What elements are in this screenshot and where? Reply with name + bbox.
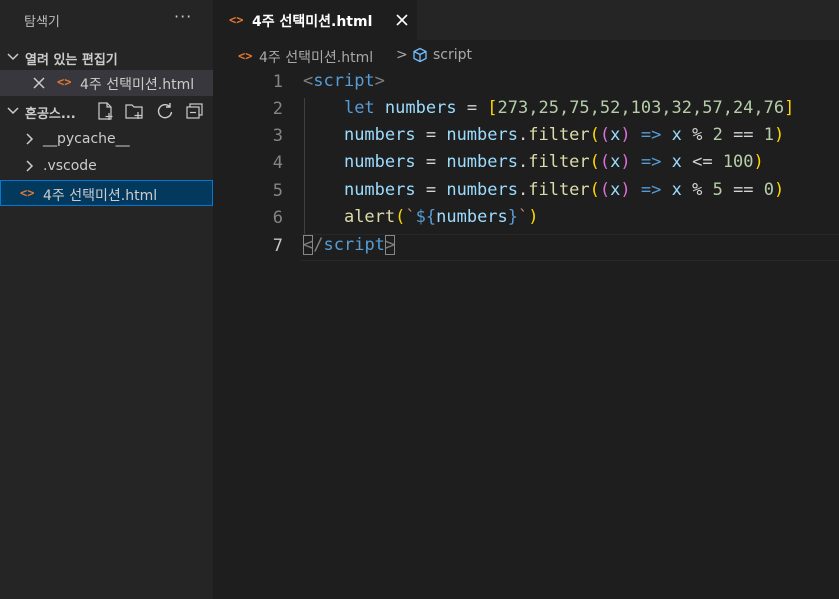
code-text: numbers = numbers.filter((x) => x % 5 ==…: [343, 180, 785, 200]
html-file-icon: <>: [229, 13, 244, 27]
code-text: alert(`${numbers}`): [343, 207, 539, 227]
line-number: 6: [272, 208, 283, 228]
line-number: 2: [272, 99, 283, 119]
chevron-right-icon: [26, 160, 34, 172]
breadcrumb-symbol[interactable]: script: [433, 47, 472, 63]
refresh-icon[interactable]: [155, 101, 175, 121]
code-text: let numbers = [273,25,75,52,103,32,57,24…: [343, 98, 795, 118]
breadcrumb: <> 4주 선택미션.html > script: [213, 40, 839, 70]
chevron-right-icon: [26, 133, 34, 145]
code-text: <script>: [303, 71, 385, 91]
line-number: 7: [272, 236, 283, 256]
breadcrumb-separator: >: [396, 47, 408, 63]
chevron-down-icon: [7, 107, 19, 115]
symbol-cube-icon: [413, 47, 427, 63]
more-actions-icon[interactable]: ···: [174, 7, 192, 26]
tree-item-label: __pycache__: [43, 131, 130, 147]
tree-folder-pycache[interactable]: __pycache__: [0, 126, 213, 152]
code-line-2[interactable]: 2 let numbers = [273,25,75,52,103,32,57,…: [213, 97, 839, 124]
tab-bar: <> 4주 선택미션.html: [213, 0, 839, 40]
line-number: 3: [272, 126, 283, 146]
new-folder-icon[interactable]: [124, 101, 144, 121]
line-number: 1: [272, 72, 283, 92]
explorer-sidebar: 탐색기 ··· 열려 있는 편집기 <> 4주 선택미션.html 혼공스...: [0, 0, 213, 599]
collapse-all-icon[interactable]: [185, 101, 205, 121]
tab-html-file[interactable]: <> 4주 선택미션.html: [213, 0, 417, 40]
open-editors-label: 열려 있는 편집기: [25, 53, 118, 68]
open-editor-item[interactable]: <> 4주 선택미션.html: [0, 70, 213, 96]
close-icon[interactable]: [395, 13, 409, 27]
new-file-icon[interactable]: [95, 101, 115, 121]
code-line-5[interactable]: 5 numbers = numbers.filter((x) => x % 5 …: [213, 179, 839, 206]
tree-folder-vscode[interactable]: .vscode: [0, 153, 213, 179]
code-text: </script>: [303, 235, 396, 255]
explorer-header: 탐색기 ···: [0, 0, 213, 40]
breadcrumb-file[interactable]: 4주 선택미션.html: [259, 47, 373, 67]
code-line-4[interactable]: 4 numbers = numbers.filter((x) => x <= 1…: [213, 151, 839, 178]
tree-item-label: 4주 선택미션.html: [43, 188, 158, 204]
code-line-6[interactable]: 6 alert(`${numbers}`): [213, 206, 839, 233]
code-line-7[interactable]: 7 </script>: [213, 234, 839, 261]
tab-label: 4주 선택미션.html: [252, 14, 373, 30]
html-file-icon: <>: [57, 75, 72, 89]
html-file-icon: <>: [238, 49, 253, 63]
tree-file-html[interactable]: <> 4주 선택미션.html: [0, 180, 213, 206]
code-text: numbers = numbers.filter((x) => x <= 100…: [343, 152, 764, 172]
code-text: numbers = numbers.filter((x) => x % 2 ==…: [343, 125, 785, 145]
open-editor-filename: 4주 선택미션.html: [80, 77, 195, 93]
workspace-label: 혼공스...: [25, 107, 76, 122]
line-number: 4: [272, 153, 283, 173]
line-number: 5: [272, 181, 283, 201]
code-line-1[interactable]: 1 <script>: [213, 70, 839, 97]
close-icon[interactable]: [32, 76, 46, 90]
code-line-3[interactable]: 3 numbers = numbers.filter((x) => x % 2 …: [213, 124, 839, 151]
chevron-down-icon: [7, 53, 19, 61]
explorer-title: 탐색기: [24, 15, 60, 30]
tree-item-label: .vscode: [43, 158, 97, 174]
open-editors-section-header[interactable]: 열려 있는 편집기: [0, 44, 213, 70]
html-file-icon: <>: [20, 186, 35, 200]
code-editor[interactable]: 1 <script> 2 let numbers = [273,25,75,52…: [213, 70, 839, 599]
